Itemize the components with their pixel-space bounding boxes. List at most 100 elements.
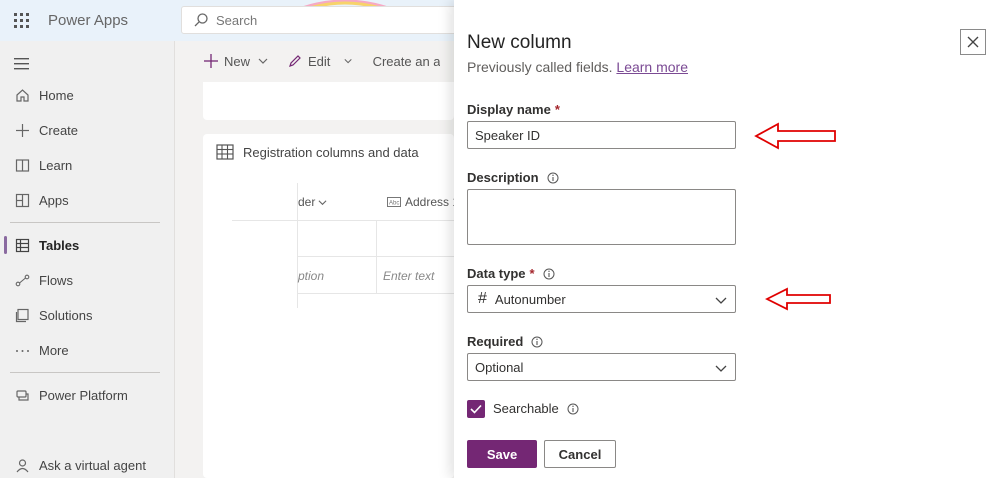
- required-label: Required: [467, 334, 543, 349]
- plus-icon: [14, 122, 30, 138]
- sidebar-item-label: More: [39, 342, 69, 358]
- sidebar-item-label: Solutions: [39, 307, 93, 323]
- table-icon: [14, 237, 30, 253]
- chevron-down-icon[interactable]: [344, 56, 353, 66]
- apps-icon: [14, 192, 30, 208]
- info-icon[interactable]: [567, 403, 579, 415]
- panel-subtitle: Previously called fields. Learn more: [467, 59, 688, 75]
- sidebar-item-learn[interactable]: Learn: [0, 148, 175, 182]
- sidebar-item-label: Ask a virtual agent: [39, 457, 146, 473]
- edit-button[interactable]: Edit: [288, 54, 330, 69]
- sidebar-item-label: Flows: [39, 272, 73, 288]
- app-name: Power Apps: [48, 12, 129, 29]
- sidebar-divider: [10, 222, 160, 223]
- agent-icon: [14, 457, 30, 473]
- sidebar-item-label: Apps: [39, 192, 69, 208]
- table-icon: [216, 144, 234, 160]
- solutions-icon: [14, 307, 30, 323]
- info-icon[interactable]: [547, 172, 559, 184]
- column-header[interactable]: Abc Address 1:: [387, 195, 462, 209]
- description-textarea[interactable]: [467, 189, 736, 245]
- required-asterisk: *: [529, 266, 535, 281]
- sidebar-item-label: Tables: [39, 237, 80, 253]
- data-type-label: Data type *: [467, 266, 555, 281]
- edit-label: Edit: [308, 53, 331, 69]
- annotation-arrow-icon: [765, 287, 831, 311]
- sidebar-item-tables[interactable]: Tables: [0, 228, 175, 262]
- label-text: Searchable: [493, 401, 559, 416]
- data-grid: der Abc Address 1: ption Enter text: [232, 183, 462, 308]
- sidebar-item-solutions[interactable]: Solutions: [0, 298, 175, 332]
- annotation-arrow-icon: [754, 122, 836, 150]
- panel-title: New column: [467, 32, 572, 53]
- hamburger-icon: [14, 58, 29, 70]
- sidebar-item-ask-agent[interactable]: Ask a virtual agent: [0, 448, 175, 478]
- grid-cell[interactable]: ption: [298, 269, 324, 283]
- search-box[interactable]: Search: [181, 6, 481, 34]
- chevron-down-icon: [318, 199, 327, 205]
- new-button[interactable]: New: [204, 54, 274, 69]
- label-text: Description: [467, 170, 539, 185]
- label-text: Data type: [467, 266, 526, 281]
- display-name-value: Speaker ID: [475, 127, 541, 143]
- create-app-button[interactable]: Create an app: [367, 54, 440, 69]
- description-label: Description: [467, 170, 559, 185]
- section-header: Registration columns and data: [216, 144, 419, 160]
- cancel-button[interactable]: Cancel: [544, 440, 616, 468]
- search-icon: [194, 13, 208, 27]
- sidebar-item-power-platform[interactable]: Power Platform: [0, 378, 175, 412]
- grid-line: [297, 293, 454, 294]
- sidebar-item-more[interactable]: More: [0, 333, 175, 367]
- more-icon: [14, 342, 30, 358]
- sidebar-item-flows[interactable]: Flows: [0, 263, 175, 297]
- data-type-dropdown[interactable]: # Autonumber: [467, 285, 736, 313]
- required-dropdown[interactable]: Optional: [467, 353, 736, 381]
- info-icon[interactable]: [531, 336, 543, 348]
- searchable-label: Searchable: [493, 401, 579, 416]
- close-button[interactable]: [960, 29, 986, 55]
- sidebar-item-label: Create: [39, 122, 79, 138]
- number-hash-icon: #: [478, 290, 487, 307]
- plus-icon: [204, 54, 218, 68]
- column-header-label: der: [298, 195, 316, 209]
- pencil-icon: [289, 55, 301, 67]
- command-bar: New Edit Create an app: [176, 41, 454, 81]
- checkmark-icon: [470, 404, 482, 414]
- sidebar-item-apps[interactable]: Apps: [0, 183, 175, 217]
- chevron-down-icon: [715, 297, 727, 304]
- home-icon: [14, 87, 30, 103]
- waffle-icon: [13, 13, 29, 28]
- sidebar-divider: [10, 372, 160, 373]
- sidebar-item-label: Home: [39, 87, 74, 103]
- new-label: New: [224, 53, 251, 69]
- chevron-down-icon: [258, 58, 268, 64]
- section-title: Registration columns and data: [243, 144, 419, 160]
- learn-more-link[interactable]: Learn more: [616, 59, 688, 75]
- power-platform-icon: [14, 387, 30, 403]
- searchable-checkbox[interactable]: [467, 400, 485, 418]
- book-icon: [14, 157, 30, 173]
- column-header[interactable]: der: [298, 195, 327, 209]
- text-field-icon: Abc: [387, 197, 401, 207]
- sidebar-item-home[interactable]: Home: [0, 78, 175, 112]
- search-placeholder: Search: [216, 12, 258, 28]
- svg-text:Abc: Abc: [389, 201, 399, 207]
- data-type-value: Autonumber: [494, 291, 566, 307]
- save-button[interactable]: Save: [467, 440, 537, 468]
- display-name-label: Display name *: [467, 102, 560, 117]
- grid-cell[interactable]: Enter text: [383, 269, 434, 283]
- grid-line: [376, 220, 377, 293]
- info-icon[interactable]: [543, 268, 555, 280]
- label-text: Required: [467, 334, 524, 349]
- menu-toggle-button[interactable]: [14, 57, 30, 73]
- close-icon: [967, 36, 979, 48]
- content-card: [203, 82, 454, 120]
- create-app-label: Create an app: [372, 53, 440, 69]
- display-name-input[interactable]: Speaker ID: [467, 121, 736, 149]
- chevron-down-icon: [715, 365, 727, 372]
- app-launcher-button[interactable]: [0, 0, 42, 41]
- sidebar-item-label: Learn: [39, 157, 73, 173]
- sidebar-item-label: Power Platform: [39, 387, 128, 403]
- required-value: Optional: [475, 359, 524, 375]
- sidebar-item-create[interactable]: Create: [0, 113, 175, 147]
